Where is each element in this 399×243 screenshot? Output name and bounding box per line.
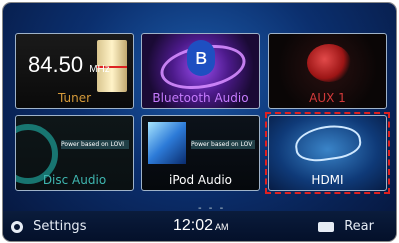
hdmi-tile[interactable]: HDMI bbox=[268, 115, 387, 191]
home-screen: 84.50 MHz Tuner ʙ Bluetooth Audio AUX 1 … bbox=[3, 3, 396, 241]
frequency-value: 84.50 bbox=[28, 52, 84, 77]
ipod-label: iPod Audio bbox=[168, 173, 233, 187]
disc-track-list: Power based on LOVI bbox=[61, 122, 129, 158]
aux-icon bbox=[307, 44, 351, 82]
tuner-frequency: 84.50 MHz bbox=[28, 52, 110, 78]
settings-label: Settings bbox=[33, 219, 87, 234]
ipod-track-row bbox=[191, 131, 255, 140]
clock-ampm: AM bbox=[215, 222, 229, 232]
hdmi-car-icon bbox=[292, 121, 364, 165]
disc-track-row bbox=[61, 149, 129, 158]
clock: 12:02 AM bbox=[173, 217, 229, 235]
rear-camera-icon bbox=[318, 221, 335, 232]
rear-button[interactable]: Rear bbox=[318, 219, 374, 234]
frequency-unit: MHz bbox=[89, 64, 110, 75]
ipod-track-row bbox=[191, 149, 255, 158]
hdmi-label: HDMI bbox=[311, 173, 344, 187]
bluetooth-icon: ʙ bbox=[187, 40, 215, 76]
ipod-track-list: Power based on LOV bbox=[191, 122, 255, 158]
bottom-bar: Settings 12:02 AM Rear bbox=[3, 211, 396, 241]
ipod-selected-track: Power based on LOV bbox=[191, 140, 255, 149]
tuner-label: Tuner bbox=[57, 91, 92, 105]
disc-track-row bbox=[61, 131, 129, 140]
bluetooth-audio-tile[interactable]: ʙ Bluetooth Audio bbox=[141, 33, 260, 109]
aux-tile[interactable]: AUX 1 bbox=[268, 33, 387, 109]
disc-selected-track: Power based on LOVI bbox=[61, 140, 129, 149]
ipod-audio-tile[interactable]: Power based on LOV iPod Audio bbox=[141, 115, 260, 191]
disc-label: Disc Audio bbox=[42, 173, 107, 187]
album-art-icon bbox=[148, 122, 186, 164]
disc-track-row bbox=[61, 122, 129, 131]
settings-button[interactable]: Settings bbox=[11, 219, 86, 234]
ipod-track-row bbox=[191, 122, 255, 131]
rear-label: Rear bbox=[344, 219, 374, 234]
clock-time: 12:02 bbox=[173, 217, 214, 234]
aux-label: AUX 1 bbox=[309, 91, 346, 105]
disc-audio-tile[interactable]: Power based on LOVI Disc Audio bbox=[15, 115, 134, 191]
bluetooth-label: Bluetooth Audio bbox=[152, 91, 249, 105]
tuner-tile[interactable]: 84.50 MHz Tuner bbox=[15, 33, 134, 109]
gear-icon bbox=[11, 220, 23, 233]
